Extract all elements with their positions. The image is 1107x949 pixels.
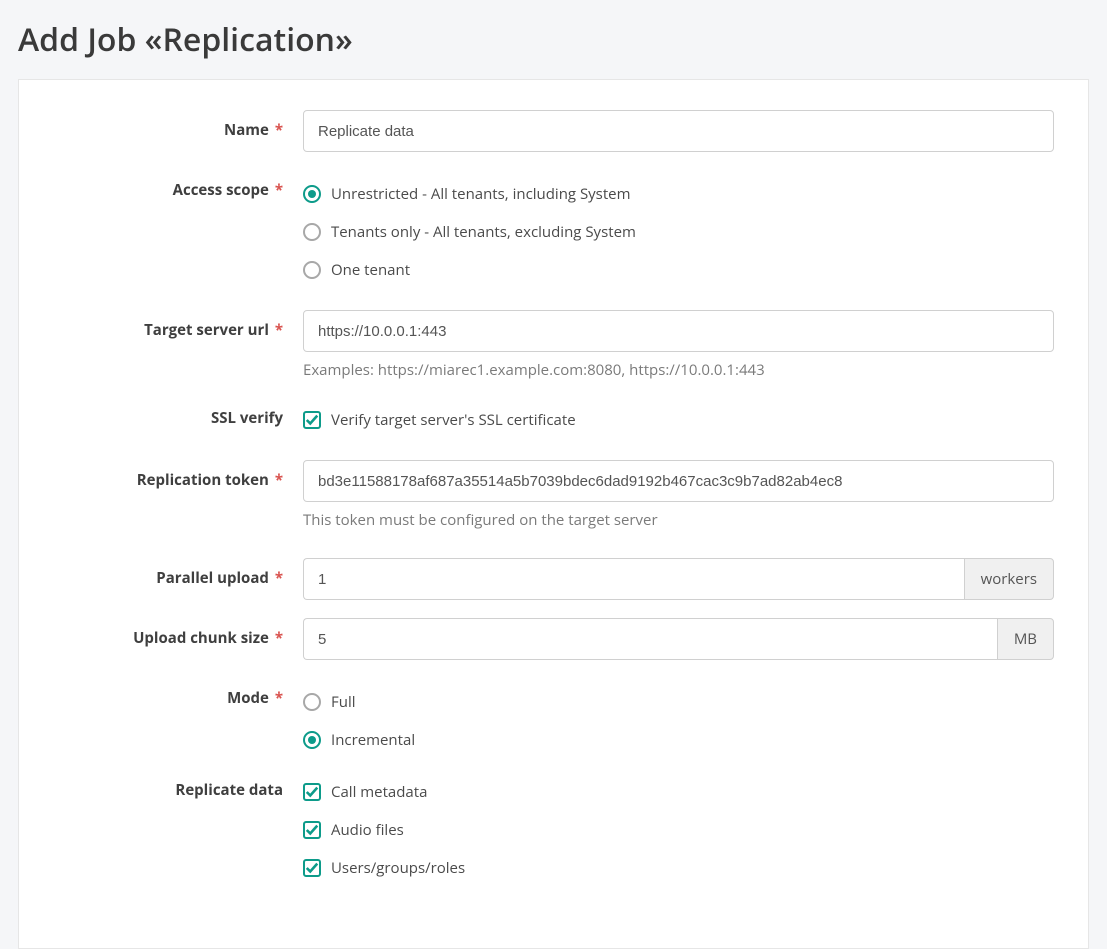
upload-chunk-size-input[interactable]	[303, 618, 997, 660]
checkbox-label: Verify target server's SSL certificate	[331, 410, 576, 430]
radio-mode-incremental[interactable]: Incremental	[303, 728, 1054, 752]
required-mark: *	[275, 568, 283, 588]
checkbox-audio-files[interactable]: Audio files	[303, 818, 1054, 842]
parallel-upload-unit: workers	[964, 558, 1054, 600]
row-target-server-url: Target server url * Examples: https://mi…	[53, 310, 1054, 380]
replication-token-input[interactable]	[303, 460, 1054, 502]
radio-icon	[303, 731, 321, 749]
check-icon	[303, 783, 321, 801]
target-server-url-help: Examples: https://miarec1.example.com:80…	[303, 360, 1054, 380]
radio-access-tenants-only[interactable]: Tenants only - All tenants, excluding Sy…	[303, 220, 1054, 244]
check-icon	[303, 821, 321, 839]
checkbox-label: Call metadata	[331, 782, 427, 802]
checkbox-label: Audio files	[331, 820, 404, 840]
row-access-scope: Access scope * Unrestricted - All tenant…	[53, 180, 1054, 282]
checkbox-label: Users/groups/roles	[331, 858, 465, 878]
checkbox-users-groups-roles[interactable]: Users/groups/roles	[303, 856, 1054, 880]
parallel-upload-input[interactable]	[303, 558, 964, 600]
name-input[interactable]	[303, 110, 1054, 152]
radio-mode-full[interactable]: Full	[303, 690, 1054, 714]
required-mark: *	[275, 120, 283, 140]
upload-chunk-size-unit: MB	[997, 618, 1054, 660]
label-ssl-verify: SSL verify	[53, 408, 303, 428]
checkbox-ssl-verify[interactable]: Verify target server's SSL certificate	[303, 408, 1054, 432]
required-mark: *	[275, 180, 283, 200]
label-replication-token: Replication token *	[53, 460, 303, 490]
required-mark: *	[275, 320, 283, 340]
row-ssl-verify: SSL verify Verify target server's SSL ce…	[53, 408, 1054, 432]
row-upload-chunk-size: Upload chunk size * MB	[53, 618, 1054, 660]
radio-access-unrestricted[interactable]: Unrestricted - All tenants, including Sy…	[303, 182, 1054, 206]
radio-label: Tenants only - All tenants, excluding Sy…	[331, 222, 636, 242]
row-replicate-data: Replicate data Call metadata Audio files…	[53, 780, 1054, 880]
radio-icon	[303, 185, 321, 203]
label-parallel-upload: Parallel upload *	[53, 558, 303, 588]
radio-label: Full	[331, 692, 356, 712]
label-upload-chunk-size: Upload chunk size *	[53, 618, 303, 648]
check-icon	[303, 859, 321, 877]
label-name: Name *	[53, 110, 303, 140]
radio-label: Incremental	[331, 730, 415, 750]
label-target-server-url: Target server url *	[53, 310, 303, 340]
radio-icon	[303, 261, 321, 279]
radio-access-one-tenant[interactable]: One tenant	[303, 258, 1054, 282]
check-icon	[303, 411, 321, 429]
radio-label: Unrestricted - All tenants, including Sy…	[331, 184, 631, 204]
label-access-scope: Access scope *	[53, 180, 303, 200]
label-mode: Mode *	[53, 688, 303, 708]
checkbox-call-metadata[interactable]: Call metadata	[303, 780, 1054, 804]
form-panel: Name * Access scope * Unrestricted - All…	[18, 79, 1089, 949]
required-mark: *	[275, 470, 283, 490]
page-title: Add Job «Replication»	[0, 0, 1107, 79]
row-replication-token: Replication token * This token must be c…	[53, 460, 1054, 530]
label-replicate-data: Replicate data	[53, 780, 303, 800]
target-server-url-input[interactable]	[303, 310, 1054, 352]
row-parallel-upload: Parallel upload * workers	[53, 558, 1054, 600]
required-mark: *	[275, 688, 283, 708]
radio-icon	[303, 693, 321, 711]
replication-token-help: This token must be configured on the tar…	[303, 510, 1054, 530]
row-mode: Mode * Full Incremental	[53, 688, 1054, 752]
radio-label: One tenant	[331, 260, 410, 280]
radio-icon	[303, 223, 321, 241]
required-mark: *	[275, 628, 283, 648]
row-name: Name *	[53, 110, 1054, 152]
